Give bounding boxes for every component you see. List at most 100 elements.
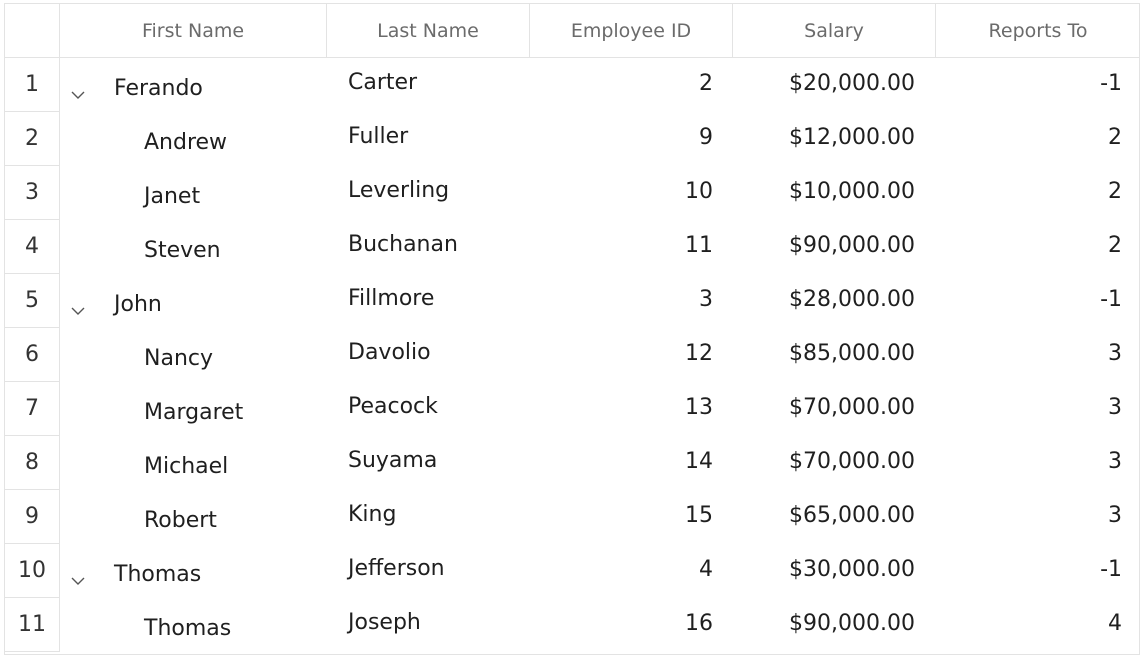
cell-salary[interactable]: $65,000.00: [733, 490, 936, 544]
cell-text: 15: [685, 502, 713, 528]
table-row[interactable]: 3 Janet Leverling 10 $10,000.00 2: [5, 166, 1139, 220]
cell-employee-id[interactable]: 2: [530, 58, 733, 112]
table-row[interactable]: 11 Thomas Joseph 16 $90,000.00 4: [5, 598, 1139, 652]
cell-reports-to[interactable]: -1: [936, 58, 1139, 112]
cell-employee-id[interactable]: 14: [530, 436, 733, 490]
cell-salary[interactable]: $85,000.00: [733, 328, 936, 382]
cell-text: Michael: [144, 453, 229, 479]
row-number-cell[interactable]: 11: [5, 598, 60, 652]
cell-employee-id[interactable]: 3: [530, 274, 733, 328]
cell-text: Davolio: [348, 339, 431, 365]
cell-reports-to[interactable]: 4: [936, 598, 1139, 652]
cell-salary[interactable]: $28,000.00: [733, 274, 936, 328]
row-number: 2: [25, 126, 39, 151]
cell-first-name[interactable]: John: [60, 274, 327, 328]
cell-text: 9: [699, 124, 713, 150]
column-header-first-name[interactable]: First Name: [60, 4, 327, 57]
table-row[interactable]: 1 Ferando Carter 2 $20,000.00 -1: [5, 58, 1139, 112]
column-header-label: Employee ID: [570, 19, 692, 42]
column-header-last-name[interactable]: Last Name: [327, 4, 530, 57]
row-number-cell[interactable]: 6: [5, 328, 60, 382]
row-number-cell[interactable]: 2: [5, 112, 60, 166]
cell-reports-to[interactable]: 3: [936, 328, 1139, 382]
chevron-down-icon[interactable]: [70, 567, 86, 585]
table-row[interactable]: 9 Robert King 15 $65,000.00 3: [5, 490, 1139, 544]
table-row[interactable]: 10 Thomas Jefferson 4 $30,000.00 -1: [5, 544, 1139, 598]
table-row[interactable]: 7 Margaret Peacock 13 $70,000.00 3: [5, 382, 1139, 436]
row-number-cell[interactable]: 10: [5, 544, 60, 598]
cell-first-name[interactable]: Steven: [60, 220, 327, 274]
row-number: 9: [25, 504, 39, 529]
cell-employee-id[interactable]: 11: [530, 220, 733, 274]
cell-first-name[interactable]: Thomas: [60, 544, 327, 598]
cell-text: 10: [685, 178, 713, 204]
cell-salary[interactable]: $12,000.00: [733, 112, 936, 166]
cell-reports-to[interactable]: 3: [936, 382, 1139, 436]
cell-salary[interactable]: $70,000.00: [733, 436, 936, 490]
cell-last-name[interactable]: Suyama: [327, 436, 530, 490]
cell-first-name[interactable]: Michael: [60, 436, 327, 490]
cell-reports-to[interactable]: 3: [936, 436, 1139, 490]
cell-first-name[interactable]: Andrew: [60, 112, 327, 166]
cell-reports-to[interactable]: -1: [936, 544, 1139, 598]
cell-last-name[interactable]: Carter: [327, 58, 530, 112]
column-header-employee-id[interactable]: Employee ID: [530, 4, 733, 57]
cell-employee-id[interactable]: 13: [530, 382, 733, 436]
cell-employee-id[interactable]: 10: [530, 166, 733, 220]
table-row[interactable]: 6 Nancy Davolio 12 $85,000.00 3: [5, 328, 1139, 382]
cell-first-name[interactable]: Margaret: [60, 382, 327, 436]
row-number-cell[interactable]: 3: [5, 166, 60, 220]
cell-text: 14: [685, 448, 713, 474]
cell-employee-id[interactable]: 12: [530, 328, 733, 382]
row-number-cell[interactable]: 7: [5, 382, 60, 436]
cell-reports-to[interactable]: 3: [936, 490, 1139, 544]
table-row[interactable]: 5 John Fillmore 3 $28,000.00 -1: [5, 274, 1139, 328]
row-number-cell[interactable]: 5: [5, 274, 60, 328]
table-row[interactable]: 2 Andrew Fuller 9 $12,000.00 2: [5, 112, 1139, 166]
cell-salary[interactable]: $20,000.00: [733, 58, 936, 112]
row-number-cell[interactable]: 1: [5, 58, 60, 112]
cell-first-name[interactable]: Thomas: [60, 598, 327, 652]
cell-salary[interactable]: $90,000.00: [733, 598, 936, 652]
cell-salary[interactable]: $30,000.00: [733, 544, 936, 598]
cell-first-name[interactable]: Robert: [60, 490, 327, 544]
column-header-reports-to[interactable]: Reports To: [936, 4, 1139, 57]
row-header-corner[interactable]: [5, 4, 60, 57]
row-number-cell[interactable]: 8: [5, 436, 60, 490]
row-number-cell[interactable]: 4: [5, 220, 60, 274]
cell-last-name[interactable]: Davolio: [327, 328, 530, 382]
table-row[interactable]: 4 Steven Buchanan 11 $90,000.00 2: [5, 220, 1139, 274]
cell-salary[interactable]: $10,000.00: [733, 166, 936, 220]
column-header-salary[interactable]: Salary: [733, 4, 936, 57]
cell-employee-id[interactable]: 16: [530, 598, 733, 652]
cell-reports-to[interactable]: -1: [936, 274, 1139, 328]
cell-last-name[interactable]: Buchanan: [327, 220, 530, 274]
cell-reports-to[interactable]: 2: [936, 166, 1139, 220]
cell-text: 3: [699, 286, 713, 312]
cell-employee-id[interactable]: 4: [530, 544, 733, 598]
cell-last-name[interactable]: King: [327, 490, 530, 544]
cell-text: $85,000.00: [789, 340, 915, 366]
cell-last-name[interactable]: Fillmore: [327, 274, 530, 328]
cell-last-name[interactable]: Jefferson: [327, 544, 530, 598]
cell-employee-id[interactable]: 9: [530, 112, 733, 166]
cell-last-name[interactable]: Leverling: [327, 166, 530, 220]
cell-first-name[interactable]: Ferando: [60, 58, 327, 112]
cell-last-name[interactable]: Fuller: [327, 112, 530, 166]
cell-last-name[interactable]: Joseph: [327, 598, 530, 652]
cell-last-name[interactable]: Peacock: [327, 382, 530, 436]
cell-text: $70,000.00: [789, 394, 915, 420]
cell-text: Joseph: [348, 609, 421, 635]
chevron-down-icon[interactable]: [70, 297, 86, 315]
cell-salary[interactable]: $70,000.00: [733, 382, 936, 436]
cell-employee-id[interactable]: 15: [530, 490, 733, 544]
cell-reports-to[interactable]: 2: [936, 220, 1139, 274]
row-number-cell[interactable]: 9: [5, 490, 60, 544]
cell-text: 3: [1108, 502, 1122, 528]
chevron-down-icon[interactable]: [70, 81, 86, 99]
cell-salary[interactable]: $90,000.00: [733, 220, 936, 274]
cell-first-name[interactable]: Nancy: [60, 328, 327, 382]
cell-reports-to[interactable]: 2: [936, 112, 1139, 166]
cell-first-name[interactable]: Janet: [60, 166, 327, 220]
table-row[interactable]: 8 Michael Suyama 14 $70,000.00 3: [5, 436, 1139, 490]
